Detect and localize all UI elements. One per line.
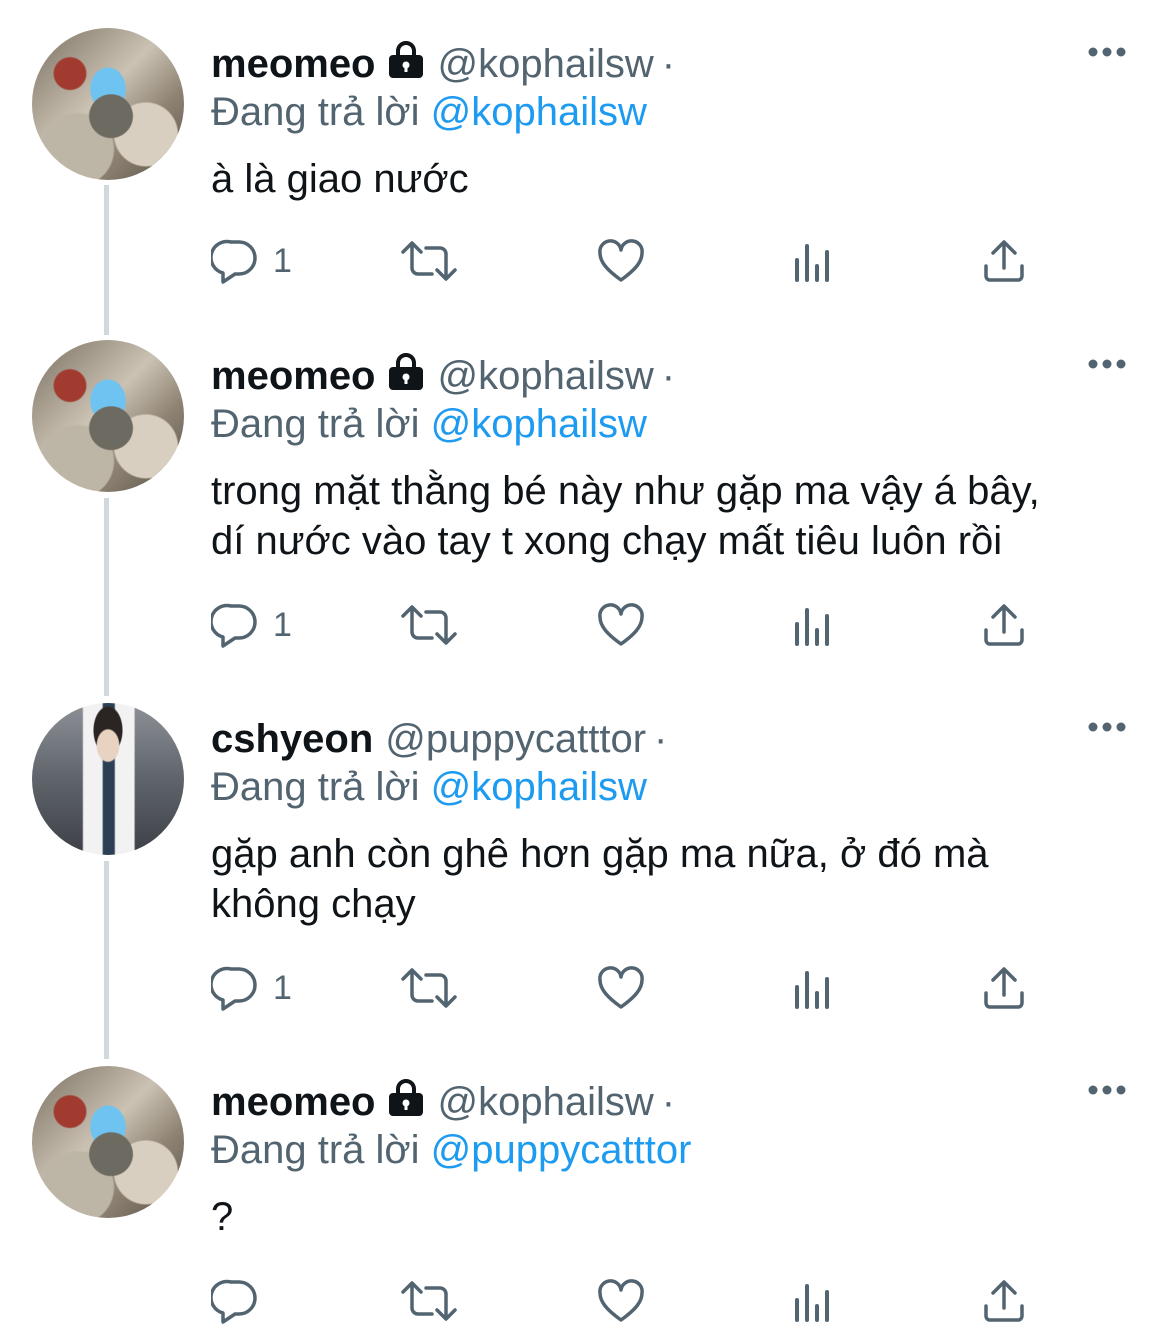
reply-button[interactable]: 1	[211, 963, 292, 1013]
action-bar: 1	[211, 236, 1071, 286]
display-name[interactable]: cshyeon	[211, 717, 373, 761]
tweet-text: ?	[211, 1192, 233, 1242]
reply-button[interactable]: 1	[211, 600, 292, 650]
separator-dot: ·	[661, 1080, 676, 1124]
avatar[interactable]	[32, 28, 184, 180]
tweet-text-line: ?	[211, 1195, 234, 1239]
avatar[interactable]	[32, 703, 184, 855]
replying-to: Đang trả lời @kophailsw	[211, 400, 647, 448]
tweet-header: cshyeon @puppycatttor ·	[211, 715, 667, 763]
reply-count: 1	[273, 605, 292, 644]
tweet-header: meomeo @kophailsw ·	[211, 40, 675, 90]
display-name[interactable]: meomeo	[211, 42, 376, 86]
lock-icon	[386, 1079, 426, 1128]
avatar[interactable]	[32, 340, 184, 492]
replying-to: Đang trả lời @kophailsw	[211, 763, 647, 811]
separator-dot: ·	[661, 42, 676, 86]
heart-icon	[598, 239, 644, 282]
thread-line	[104, 185, 109, 335]
like-button[interactable]	[597, 963, 645, 1013]
share-icon	[984, 604, 1024, 646]
thread-line	[104, 861, 109, 1059]
views-icon	[795, 971, 829, 1009]
retweet-button[interactable]	[399, 600, 459, 650]
share-button[interactable]	[981, 600, 1027, 650]
views-button[interactable]	[791, 1276, 835, 1326]
share-icon	[984, 240, 1024, 282]
heart-icon	[598, 966, 644, 1009]
separator-dot: ·	[661, 354, 676, 398]
tweet-text: gặp anh còn ghê hơn gặp ma nữa, ở đó mà …	[211, 829, 989, 929]
like-button[interactable]	[597, 1276, 645, 1326]
like-button[interactable]	[597, 600, 645, 650]
views-icon	[795, 244, 829, 282]
retweet-button[interactable]	[399, 236, 459, 286]
heart-icon	[598, 1279, 644, 1322]
views-button[interactable]	[791, 963, 835, 1013]
more-icon[interactable]	[1087, 46, 1127, 58]
retweet-icon	[401, 968, 457, 1008]
tweet-text-line: trong mặt thằng bé này như gặp ma vậy á …	[211, 469, 1040, 513]
reply-icon	[211, 239, 257, 284]
mention-link[interactable]: @kophailsw	[431, 765, 647, 809]
user-handle[interactable]: @kophailsw	[438, 42, 654, 86]
tweet-text-line: à là giao nước	[211, 157, 469, 201]
tweet-text: à là giao nước	[211, 154, 469, 204]
more-icon[interactable]	[1087, 721, 1127, 733]
replying-to: Đang trả lời @kophailsw	[211, 88, 647, 136]
replying-label: Đang trả lời	[211, 765, 420, 809]
action-bar	[211, 1276, 1071, 1326]
separator-dot: ·	[654, 717, 668, 761]
reply-icon	[211, 603, 257, 648]
reply-button[interactable]: 1	[211, 236, 292, 286]
replying-to: Đang trả lời @puppycatttor	[211, 1126, 691, 1174]
mention-link[interactable]: @kophailsw	[431, 402, 647, 446]
views-icon	[795, 608, 829, 646]
user-handle[interactable]: @puppycatttor	[385, 717, 646, 761]
tweet-text: trong mặt thằng bé này như gặp ma vậy á …	[211, 466, 1040, 566]
reply-count: 1	[273, 241, 292, 280]
action-bar: 1	[211, 963, 1071, 1013]
display-name[interactable]: meomeo	[211, 354, 376, 398]
reply-icon	[211, 966, 257, 1011]
tweet-text-line: gặp anh còn ghê hơn gặp ma nữa, ở đó mà	[211, 832, 989, 876]
heart-icon	[598, 603, 644, 646]
retweet-button[interactable]	[399, 963, 459, 1013]
action-bar: 1	[211, 600, 1071, 650]
thread-line	[104, 498, 109, 696]
lock-icon	[386, 41, 426, 90]
views-button[interactable]	[791, 236, 835, 286]
views-button[interactable]	[791, 600, 835, 650]
share-button[interactable]	[981, 1276, 1027, 1326]
replying-label: Đang trả lời	[211, 402, 420, 446]
user-handle[interactable]: @kophailsw	[438, 1080, 654, 1124]
replying-label: Đang trả lời	[211, 90, 420, 134]
tweet-text-line: dí nước vào tay t xong chạy mất tiêu luô…	[211, 519, 1003, 563]
tweet-text-line: không chạy	[211, 882, 416, 926]
user-handle[interactable]: @kophailsw	[438, 354, 654, 398]
share-button[interactable]	[981, 236, 1027, 286]
retweet-icon	[401, 605, 457, 645]
more-icon[interactable]	[1087, 358, 1127, 370]
replying-label: Đang trả lời	[211, 1128, 420, 1172]
retweet-button[interactable]	[399, 1276, 459, 1326]
reply-count: 1	[273, 968, 292, 1007]
mention-link[interactable]: @kophailsw	[431, 90, 647, 134]
reply-icon	[211, 1279, 257, 1324]
more-icon[interactable]	[1087, 1084, 1127, 1096]
mention-link[interactable]: @puppycatttor	[431, 1128, 692, 1172]
retweet-icon	[401, 241, 457, 281]
tweet-header: meomeo @kophailsw ·	[211, 1078, 675, 1128]
reply-button[interactable]	[211, 1276, 273, 1326]
lock-icon	[386, 353, 426, 402]
tweet-header: meomeo @kophailsw ·	[211, 352, 675, 402]
share-icon	[984, 967, 1024, 1009]
display-name[interactable]: meomeo	[211, 1080, 376, 1124]
share-button[interactable]	[981, 963, 1027, 1013]
avatar[interactable]	[32, 1066, 184, 1218]
like-button[interactable]	[597, 236, 645, 286]
share-icon	[984, 1280, 1024, 1322]
views-icon	[795, 1284, 829, 1322]
retweet-icon	[401, 1281, 457, 1321]
